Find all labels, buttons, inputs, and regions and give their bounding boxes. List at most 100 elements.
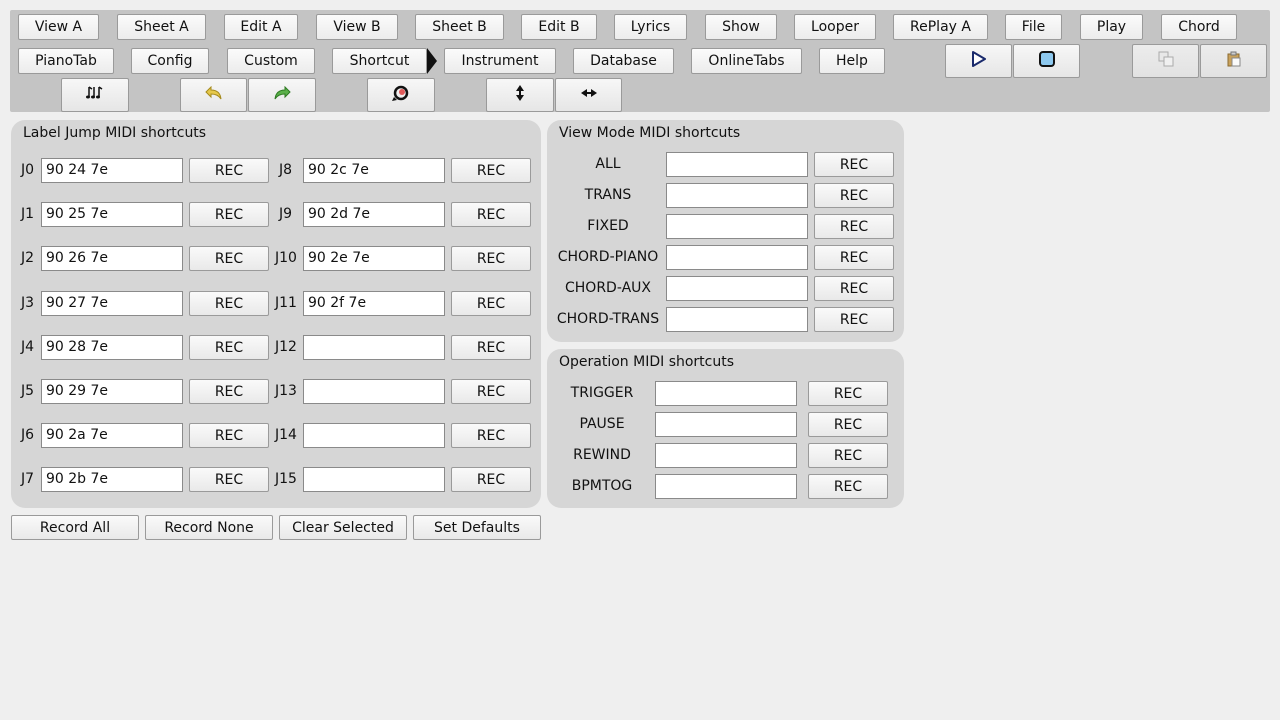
view-field-fixed[interactable] [666,214,808,239]
jump-label-j11: J11 [275,295,297,311]
jump-field-j14[interactable] [303,423,445,448]
view-field-chord-aux[interactable] [666,276,808,301]
jump-rec-j14[interactable]: REC [451,423,531,448]
stop-icon [1038,50,1056,72]
tab-view-a[interactable]: View A [18,14,99,40]
horizontal-arrows-button[interactable] [555,78,622,112]
tab-instrument[interactable]: Instrument [444,48,556,74]
tab-replay-a[interactable]: RePlay A [893,14,988,40]
jump-field-j7[interactable]: 90 2b 7e [41,467,183,492]
jump-field-j10[interactable]: 90 2e 7e [303,246,445,271]
view-mode-title: View Mode MIDI shortcuts [559,125,741,141]
copy-button[interactable] [1132,44,1199,78]
tab-pianotab[interactable]: PianoTab [18,48,114,74]
view-field-all[interactable] [666,152,808,177]
jump-rec-j15[interactable]: REC [451,467,531,492]
jump-field-j3[interactable]: 90 27 7e [41,291,183,316]
tab-sheet-a[interactable]: Sheet A [117,14,206,40]
op-field-trigger[interactable] [655,381,797,406]
tab-play[interactable]: Play [1080,14,1143,40]
tab-chord[interactable]: Chord [1161,14,1237,40]
op-rec-pause[interactable]: REC [808,412,888,437]
jump-rec-j9[interactable]: REC [451,202,531,227]
jump-field-j15[interactable] [303,467,445,492]
record-none-button[interactable]: Record None [145,515,273,540]
view-rec-chord-trans[interactable]: REC [814,307,894,332]
view-rec-chord-aux[interactable]: REC [814,276,894,301]
tab-shortcut[interactable]: Shortcut [332,48,427,74]
jump-rec-j1[interactable]: REC [189,202,269,227]
reload-button[interactable] [367,78,435,112]
jump-rec-j2[interactable]: REC [189,246,269,271]
op-rec-trigger[interactable]: REC [808,381,888,406]
view-rec-fixed[interactable]: REC [814,214,894,239]
jump-rec-j0[interactable]: REC [189,158,269,183]
tab-config[interactable]: Config [131,48,209,74]
notes-button[interactable] [61,78,129,112]
op-label-trigger: TRIGGER [570,385,634,401]
redo-icon [273,85,291,104]
view-rec-trans[interactable]: REC [814,183,894,208]
tab-file[interactable]: File [1005,14,1062,40]
record-all-button[interactable]: Record All [11,515,139,540]
jump-rec-j5[interactable]: REC [189,379,269,404]
play-button[interactable] [945,44,1012,78]
view-label-trans: TRANS [584,187,632,203]
jump-rec-j3[interactable]: REC [189,291,269,316]
tab-onlinetabs[interactable]: OnlineTabs [691,48,802,74]
tab-sheet-b[interactable]: Sheet B [415,14,504,40]
op-rec-bpmtog[interactable]: REC [808,474,888,499]
jump-rec-j12[interactable]: REC [451,335,531,360]
jump-field-j11[interactable]: 90 2f 7e [303,291,445,316]
paste-icon [1226,51,1242,71]
clear-selected-button[interactable]: Clear Selected [279,515,407,540]
jump-label-j2: J2 [21,250,35,266]
jump-label-j4: J4 [21,339,35,355]
jump-rec-j10[interactable]: REC [451,246,531,271]
op-rec-rewind[interactable]: REC [808,443,888,468]
jump-field-j8[interactable]: 90 2c 7e [303,158,445,183]
stop-button[interactable] [1013,44,1080,78]
view-field-chord-trans[interactable] [666,307,808,332]
vertical-arrows-button[interactable] [486,78,554,112]
tab-view-b[interactable]: View B [316,14,398,40]
tab-looper[interactable]: Looper [794,14,876,40]
jump-field-j1[interactable]: 90 25 7e [41,202,183,227]
paste-button[interactable] [1200,44,1267,78]
jump-field-j9[interactable]: 90 2d 7e [303,202,445,227]
jump-rec-j4[interactable]: REC [189,335,269,360]
jump-rec-j6[interactable]: REC [189,423,269,448]
jump-label-j13: J13 [275,383,297,399]
view-rec-chord-piano[interactable]: REC [814,245,894,270]
jump-label-j5: J5 [21,383,35,399]
jump-field-j2[interactable]: 90 26 7e [41,246,183,271]
jump-rec-j7[interactable]: REC [189,467,269,492]
jump-field-j0[interactable]: 90 24 7e [41,158,183,183]
tab-database[interactable]: Database [573,48,674,74]
undo-button[interactable] [180,78,247,112]
set-defaults-button[interactable]: Set Defaults [413,515,541,540]
op-field-pause[interactable] [655,412,797,437]
view-field-chord-piano[interactable] [666,245,808,270]
jump-field-j6[interactable]: 90 2a 7e [41,423,183,448]
tab-edit-a[interactable]: Edit A [224,14,298,40]
jump-field-j12[interactable] [303,335,445,360]
jump-field-j4[interactable]: 90 28 7e [41,335,183,360]
tab-lyrics[interactable]: Lyrics [614,14,687,40]
tab-help[interactable]: Help [819,48,885,74]
jump-field-j13[interactable] [303,379,445,404]
view-field-trans[interactable] [666,183,808,208]
tab-custom[interactable]: Custom [227,48,315,74]
view-rec-all[interactable]: REC [814,152,894,177]
tab-show[interactable]: Show [705,14,777,40]
jump-rec-j13[interactable]: REC [451,379,531,404]
op-field-bpmtog[interactable] [655,474,797,499]
jump-field-j5[interactable]: 90 29 7e [41,379,183,404]
redo-button[interactable] [248,78,316,112]
jump-rec-j11[interactable]: REC [451,291,531,316]
op-field-rewind[interactable] [655,443,797,468]
tab-edit-b[interactable]: Edit B [521,14,597,40]
jump-label-j1: J1 [21,206,35,222]
jump-label-j10: J10 [275,250,297,266]
jump-rec-j8[interactable]: REC [451,158,531,183]
